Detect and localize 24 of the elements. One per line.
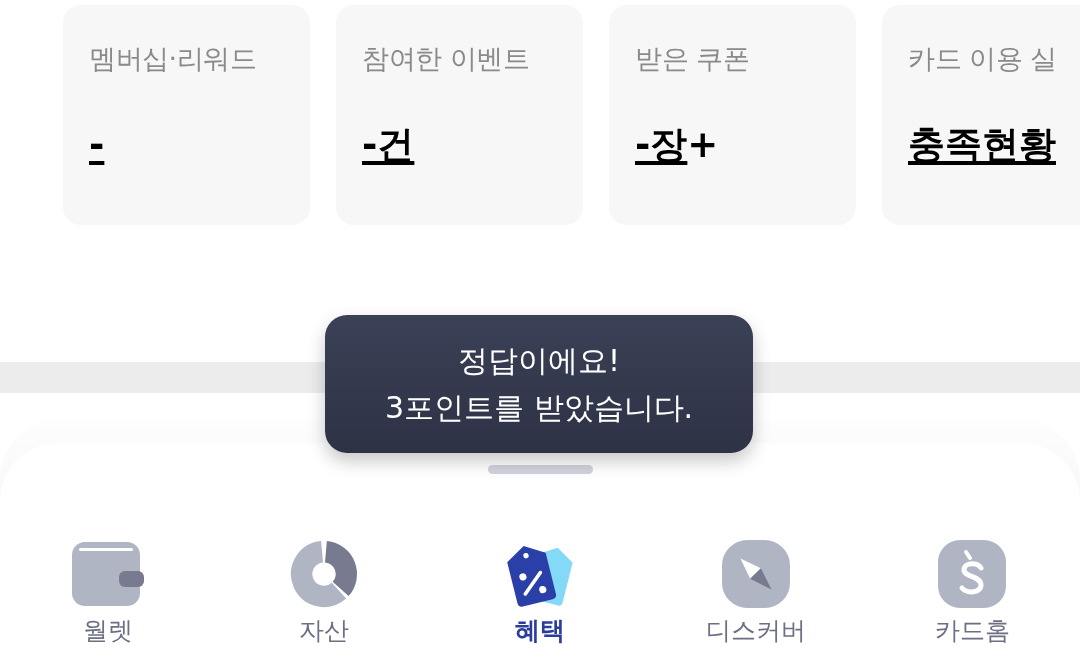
nav-tab[interactable]: 월렛 bbox=[72, 540, 144, 646]
card-label: 받은 쿠폰 bbox=[635, 42, 750, 76]
summary-card[interactable]: 참여한 이벤트 -건 bbox=[336, 5, 583, 225]
card-value[interactable]: - bbox=[89, 121, 105, 169]
count-suffix: + bbox=[687, 122, 719, 168]
nav-tab[interactable]: 디스커버 bbox=[706, 540, 806, 646]
card-label: 멤버십·리워드 bbox=[89, 42, 257, 76]
nav-tab[interactable]: 혜택 bbox=[504, 540, 576, 646]
nav-tab[interactable]: 카드홈 bbox=[934, 540, 1010, 646]
sheet-handle[interactable] bbox=[487, 465, 593, 474]
card-label: 카드 이용 실 bbox=[908, 42, 1057, 76]
summary-card[interactable]: 멤버십·리워드 - bbox=[63, 5, 310, 225]
donut-chart-icon bbox=[288, 540, 360, 608]
card-value[interactable]: -건 bbox=[362, 121, 415, 169]
compass-icon bbox=[720, 540, 792, 608]
s-tile-icon bbox=[936, 540, 1008, 608]
card-value[interactable]: 충족현황 bbox=[908, 121, 1056, 169]
nav-tab[interactable]: 자산 bbox=[288, 540, 360, 646]
summary-card[interactable]: 받은 쿠폰 -장+ bbox=[609, 5, 856, 225]
card-label: 참여한 이벤트 bbox=[362, 42, 530, 76]
summary-card[interactable]: 카드 이용 실 충족현황 bbox=[882, 5, 1080, 225]
toast-message: 정답이에요! 3포인트를 받았습니다. bbox=[384, 342, 694, 427]
card-value[interactable]: -장 bbox=[635, 121, 688, 169]
wallet-icon bbox=[72, 540, 144, 608]
